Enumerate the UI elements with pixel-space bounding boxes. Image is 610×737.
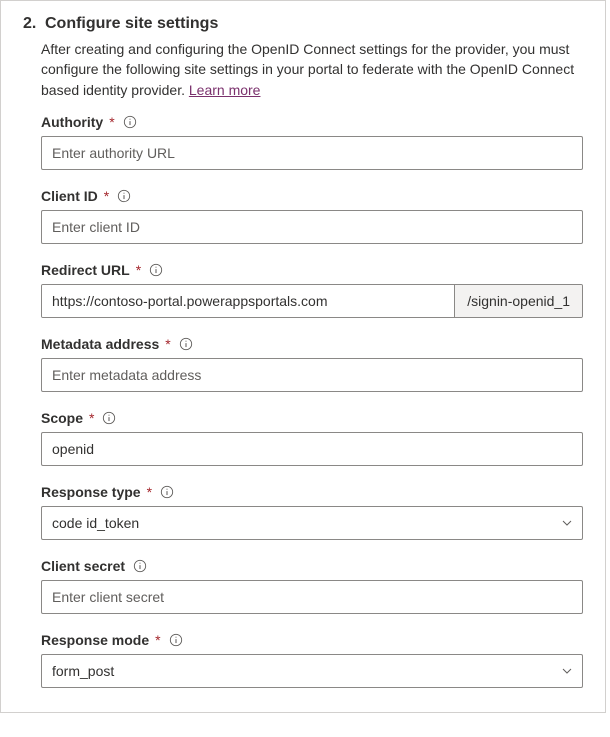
field-response-mode: Response mode * — [41, 632, 583, 688]
label-metadata-address-text: Metadata address — [41, 336, 159, 352]
field-client-secret: Client secret — [41, 558, 583, 614]
field-scope: Scope * — [41, 410, 583, 466]
label-client-id-text: Client ID — [41, 188, 98, 204]
field-client-id: Client ID * — [41, 188, 583, 244]
label-redirect-url: Redirect URL * — [41, 262, 583, 278]
response-type-select-wrap — [41, 506, 583, 540]
step-header: 2. Configure site settings — [23, 15, 583, 33]
label-metadata-address: Metadata address * — [41, 336, 583, 352]
label-scope-text: Scope — [41, 410, 83, 426]
info-icon[interactable] — [117, 189, 131, 203]
step-number: 2. — [23, 15, 41, 33]
redirect-url-group: /signin-openid_1 — [41, 284, 583, 318]
required-marker: * — [147, 484, 152, 500]
configure-site-settings-card: 2. Configure site settings After creatin… — [0, 0, 606, 713]
step-title: Configure site settings — [45, 15, 218, 33]
info-icon[interactable] — [123, 115, 137, 129]
label-client-secret-text: Client secret — [41, 558, 125, 574]
required-marker: * — [155, 632, 160, 648]
learn-more-link[interactable]: Learn more — [189, 82, 261, 98]
info-icon[interactable] — [179, 337, 193, 351]
redirect-url-input[interactable] — [42, 285, 454, 317]
label-authority-text: Authority — [41, 114, 103, 130]
client-id-input[interactable] — [41, 210, 583, 244]
info-icon[interactable] — [169, 633, 183, 647]
info-icon[interactable] — [102, 411, 116, 425]
required-marker: * — [165, 336, 170, 352]
field-authority: Authority * — [41, 114, 583, 170]
response-mode-select-wrap — [41, 654, 583, 688]
metadata-address-input[interactable] — [41, 358, 583, 392]
authority-input[interactable] — [41, 136, 583, 170]
required-marker: * — [89, 410, 94, 426]
field-redirect-url: Redirect URL * /signin-openid_1 — [41, 262, 583, 318]
response-mode-select[interactable] — [41, 654, 583, 688]
label-authority: Authority * — [41, 114, 583, 130]
scope-input[interactable] — [41, 432, 583, 466]
label-redirect-url-text: Redirect URL — [41, 262, 130, 278]
label-client-secret: Client secret — [41, 558, 583, 574]
field-response-type: Response type * — [41, 484, 583, 540]
label-response-type-text: Response type — [41, 484, 141, 500]
info-icon[interactable] — [149, 263, 163, 277]
client-secret-input[interactable] — [41, 580, 583, 614]
label-response-mode-text: Response mode — [41, 632, 149, 648]
required-marker: * — [109, 114, 114, 130]
label-response-type: Response type * — [41, 484, 583, 500]
response-type-select[interactable] — [41, 506, 583, 540]
required-marker: * — [104, 188, 109, 204]
label-response-mode: Response mode * — [41, 632, 583, 648]
fields-container: Authority * Client ID * Redirect URL — [41, 114, 583, 688]
info-icon[interactable] — [133, 559, 147, 573]
field-metadata-address: Metadata address * — [41, 336, 583, 392]
redirect-url-suffix: /signin-openid_1 — [454, 285, 582, 317]
step-description: After creating and configuring the OpenI… — [41, 39, 583, 100]
step-description-text: After creating and configuring the OpenI… — [41, 41, 574, 98]
label-client-id: Client ID * — [41, 188, 583, 204]
required-marker: * — [136, 262, 141, 278]
label-scope: Scope * — [41, 410, 583, 426]
info-icon[interactable] — [160, 485, 174, 499]
